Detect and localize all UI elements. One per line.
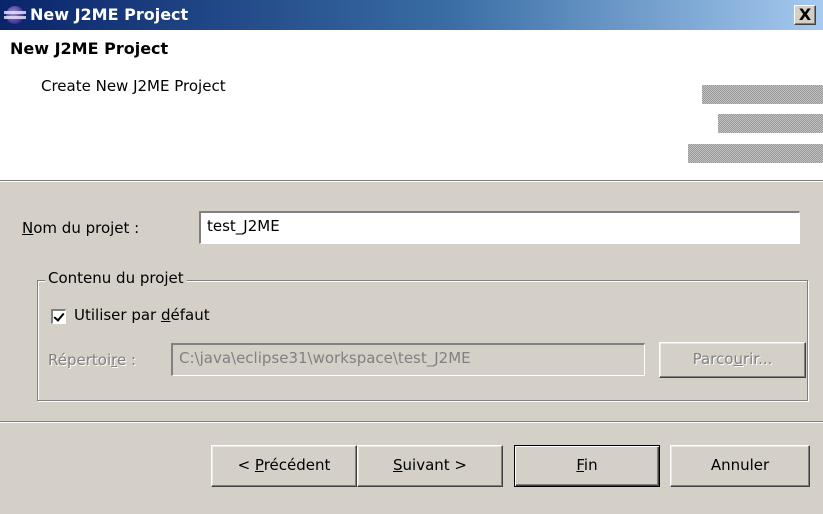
finish-button[interactable]: Fin	[514, 445, 660, 487]
window-title: New J2ME Project	[30, 5, 189, 24]
wizard-page-title: New J2ME Project	[10, 39, 169, 58]
cancel-button[interactable]: Annuler	[670, 445, 810, 487]
title-bar: New J2ME Project X	[0, 0, 823, 30]
footer-separator	[0, 421, 823, 423]
next-button[interactable]: Suivant >	[357, 445, 503, 487]
eclipse-app-icon	[4, 6, 26, 24]
directory-input[interactable]: C:\java\eclipse31\workspace\test_J2ME	[171, 343, 645, 376]
browse-button[interactable]: Parcourir...	[659, 342, 806, 378]
close-button[interactable]: X	[794, 5, 816, 25]
banner-decoration	[718, 114, 823, 133]
banner-separator	[0, 180, 823, 182]
use-default-checkbox[interactable]	[51, 309, 66, 324]
use-default-label[interactable]: Utiliser par défaut	[74, 306, 210, 324]
banner-decoration	[688, 144, 823, 163]
project-name-input[interactable]: test_J2ME	[199, 211, 800, 244]
project-name-label: Nom du projet :	[22, 219, 140, 237]
wizard-page-description: Create New J2ME Project	[41, 77, 226, 95]
back-button[interactable]: < Précédent	[211, 445, 357, 487]
banner-decoration	[702, 85, 823, 104]
directory-label: Répertoire :	[48, 351, 137, 369]
project-contents-group	[37, 280, 808, 401]
project-contents-legend: Contenu du projet	[45, 269, 187, 287]
